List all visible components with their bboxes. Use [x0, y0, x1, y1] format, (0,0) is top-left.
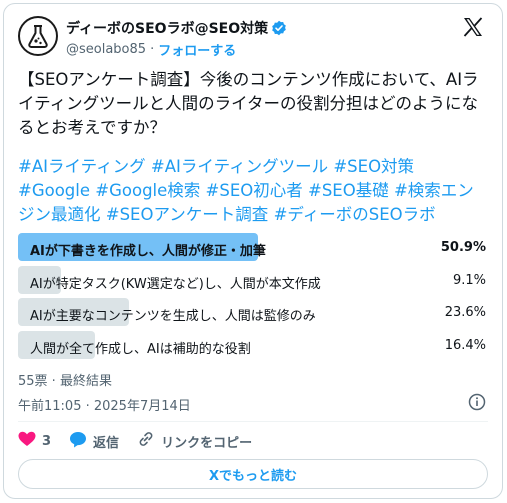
poll-option-percent: 23.6% — [444, 305, 486, 320]
read-more-button[interactable]: Xでもっと読む — [18, 459, 488, 489]
hashtag-link[interactable]: #SEO初心者 — [206, 181, 303, 200]
like-button[interactable]: 3 — [18, 431, 51, 451]
tweet-timestamp[interactable]: 午前11:05 · 2025年7月14日 — [18, 395, 191, 414]
hashtag-link[interactable]: #SEO基礎 — [308, 181, 389, 200]
hashtag-link[interactable]: #Google検索 — [95, 181, 200, 200]
author-handle-row: @seolabo85 · フォローする — [66, 40, 236, 59]
verified-badge-icon — [271, 20, 287, 36]
copy-link-button[interactable]: リンクをコピー — [137, 430, 252, 452]
hashtag-link[interactable]: #SEOアンケート調査 — [106, 205, 269, 224]
poll-option: 人間が全て作成し、AIは補助的な役割 16.4% — [18, 330, 490, 359]
author-name[interactable]: ディーボのSEOラボ@SEO対策 — [66, 18, 268, 38]
poll-option-percent: 50.9% — [440, 240, 486, 255]
tweet-card: ディーボのSEOラボ@SEO対策 @seolabo85 · フォローする 【SE… — [3, 3, 503, 499]
hashtag-list: #AIライティング #AIライティングツール #SEO対策 #Google #G… — [18, 155, 490, 227]
author-name-row: ディーボのSEOラボ@SEO対策 — [66, 18, 287, 38]
separator-dot: · — [150, 42, 155, 57]
poll-option: AIが主要なコンテンツを生成し、人間は監修のみ 23.6% — [18, 298, 490, 326]
hashtag-link[interactable]: #AIライティングツール — [151, 157, 328, 176]
hashtag-link[interactable]: #SEO対策 — [333, 157, 414, 176]
poll-option-percent: 16.4% — [444, 337, 486, 353]
hashtag-link[interactable]: #ディーボのSEOラボ — [274, 205, 436, 224]
poll-option-label: AIが特定タスク(KW選定など)し、人間が本文作成 — [30, 276, 321, 292]
info-icon[interactable] — [468, 393, 486, 411]
hashtag-link[interactable]: #AIライティング — [18, 157, 146, 176]
poll-option: AIが特定タスク(KW選定など)し、人間が本文作成 9.1% — [18, 265, 490, 294]
poll-option-label: 人間が全て作成し、AIは補助的な役割 — [30, 341, 251, 357]
author-handle[interactable]: @seolabo85 — [66, 42, 146, 57]
tweet-text: 【SEOアンケート調査】今後のコンテンツ作成において、AIライティングツールと人… — [18, 70, 479, 137]
x-logo-icon[interactable] — [462, 16, 484, 38]
flask-logo-icon[interactable] — [18, 16, 58, 56]
poll: AIが下書きを作成し、人間が修正・加筆 50.9% AIが特定タスク(KW選定など)… — [18, 233, 490, 363]
poll-option: AIが下書きを作成し、人間が修正・加筆 50.9% — [18, 233, 490, 261]
like-count: 3 — [42, 433, 52, 449]
reply-label: 返信 — [93, 435, 120, 451]
reply-icon — [69, 431, 87, 452]
action-bar: 3 返信 リンクをコピー — [18, 430, 270, 452]
poll-option-label: AIが下書きを作成し、人間が修正・加筆 — [30, 244, 266, 259]
poll-meta: 55票 · 最終結果 — [18, 374, 112, 389]
poll-option-label: AIが主要なコンテンツを生成し、人間は監修のみ — [30, 309, 316, 324]
reply-button[interactable]: 返信 — [69, 431, 119, 452]
tweet-header: ディーボのSEOラボ@SEO対策 @seolabo85 · フォローする — [18, 14, 488, 62]
hashtag-link[interactable]: #Google — [18, 181, 90, 200]
heart-icon — [18, 431, 36, 451]
copy-link-label: リンクをコピー — [161, 435, 253, 451]
divider — [18, 421, 488, 422]
link-icon — [137, 430, 155, 452]
follow-button[interactable]: フォローする — [158, 40, 236, 59]
poll-option-percent: 9.1% — [452, 272, 486, 288]
